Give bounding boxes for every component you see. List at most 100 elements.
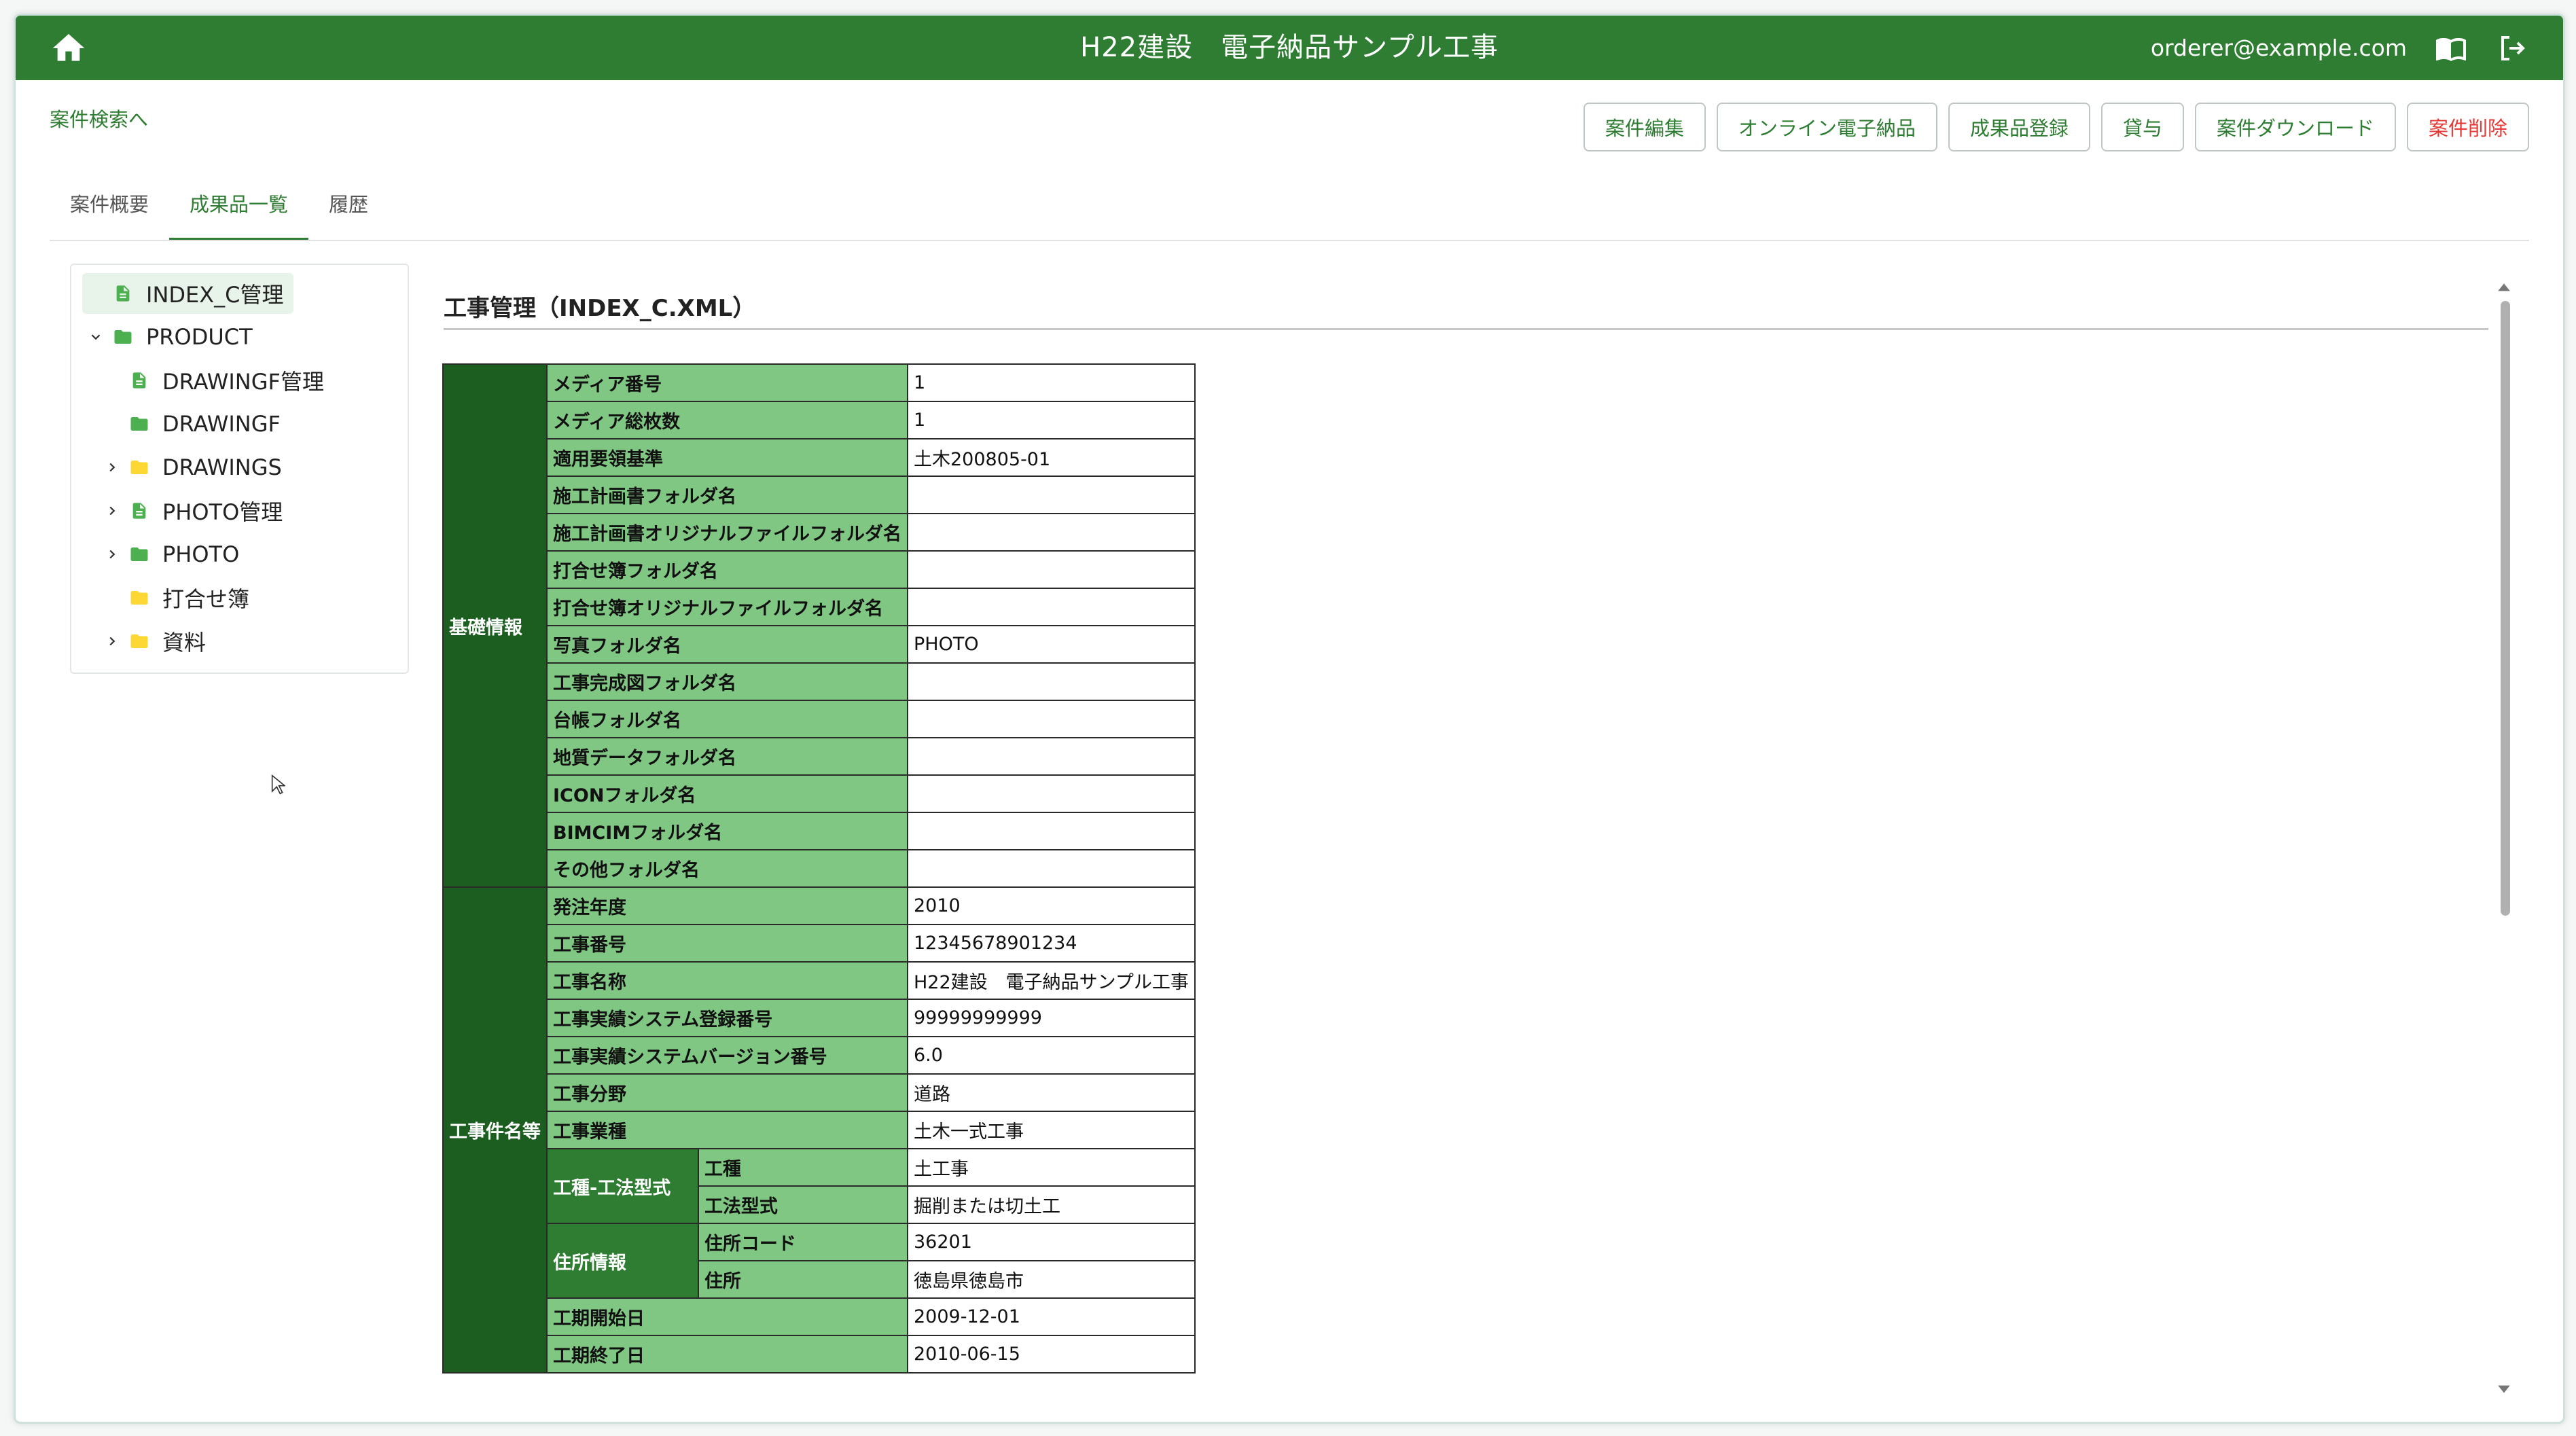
- row-value: 12345678901234: [907, 924, 1196, 963]
- row-label: 工種: [697, 1148, 909, 1187]
- tree-node-meeting[interactable]: 打合せ簿: [99, 577, 249, 618]
- table-row: 台帳フォルダ名: [443, 700, 1196, 738]
- row-value: [907, 588, 1196, 626]
- tree-node-label: INDEX_C管理: [146, 282, 284, 308]
- download-case-button[interactable]: 案件ダウンロード: [2194, 103, 2396, 151]
- file-icon: [126, 497, 153, 524]
- row-label: 工事番号: [546, 924, 908, 963]
- table-row: 打合せ簿フォルダ名: [443, 550, 1196, 589]
- folder-icon: [126, 454, 153, 481]
- vertical-scrollbar-thumb[interactable]: [2501, 301, 2510, 916]
- row-label: 打合せ簿フォルダ名: [546, 550, 908, 589]
- row-label: 工期終了日: [546, 1335, 908, 1374]
- table-row: 工事業種 土木一式工事: [443, 1111, 1196, 1149]
- row-value: 道路: [907, 1073, 1196, 1112]
- chevron-right-icon[interactable]: [99, 490, 126, 531]
- row-label: 打合せ簿オリジナルファイルフォルダ名: [546, 588, 908, 626]
- table-row: その他フォルダ名: [443, 849, 1196, 888]
- tree-node-photo-index[interactable]: PHOTO管理: [99, 490, 283, 531]
- table-row: 打合せ簿オリジナルファイルフォルダ名: [443, 588, 1196, 626]
- scroll-down-arrow-icon[interactable]: [2497, 1381, 2511, 1396]
- tree-node-drawings[interactable]: DRAWINGS: [99, 447, 282, 488]
- back-to-search-link[interactable]: 案件検索へ: [50, 104, 148, 132]
- tab-divider: [50, 240, 2529, 241]
- tree-node-label: 打合せ簿: [162, 586, 250, 612]
- row-label: 工事実績システムバージョン番号: [546, 1036, 908, 1075]
- row-value: [907, 700, 1196, 738]
- tree-node-photo[interactable]: PHOTO: [99, 534, 239, 575]
- tree-node-drawingf-index[interactable]: DRAWINGF管理: [99, 360, 324, 401]
- logout-icon[interactable]: [2495, 32, 2529, 65]
- folder-icon: [126, 584, 153, 611]
- folder-icon: [126, 410, 153, 437]
- row-label: 住所コード: [697, 1223, 909, 1261]
- file-icon: [109, 280, 137, 307]
- row-value: [907, 812, 1196, 850]
- row-label: 発注年度: [546, 886, 908, 925]
- tree-node-label: 資料: [162, 630, 207, 656]
- tab-bar: 案件概要 成果品一覧 履歴: [50, 189, 389, 240]
- row-label: メディア番号: [546, 363, 908, 402]
- register-deliverable-button[interactable]: 成果品登録: [1948, 103, 2090, 151]
- row-label: 工法型式: [697, 1185, 909, 1224]
- folder-icon: [126, 541, 153, 568]
- subgroup-cell-address: 住所情報: [546, 1223, 699, 1299]
- tab-overview[interactable]: 案件概要: [50, 189, 169, 238]
- toolbar: 案件編集 オンライン電子納品 成果品登録 貸与 案件ダウンロード 案件削除: [1583, 103, 2529, 151]
- row-label: 工事業種: [546, 1111, 908, 1149]
- edit-case-button[interactable]: 案件編集: [1583, 103, 1706, 151]
- row-value: 徳島県徳島市: [907, 1260, 1196, 1299]
- row-label: メディア総枚数: [546, 401, 908, 439]
- row-value: [907, 774, 1196, 813]
- group-cell-basic: 基礎情報: [442, 363, 548, 888]
- row-value: 36201: [907, 1223, 1196, 1261]
- tree-node-index-c[interactable]: INDEX_C管理: [82, 273, 293, 314]
- chevron-right-icon[interactable]: [99, 534, 126, 575]
- row-label: 工期開始日: [546, 1297, 908, 1336]
- row-value: [907, 475, 1196, 514]
- row-value: 土木一式工事: [907, 1111, 1196, 1149]
- row-value: 2010-06-15: [907, 1335, 1196, 1374]
- online-delivery-button[interactable]: オンライン電子納品: [1716, 103, 1937, 151]
- user-email[interactable]: orderer@example.com: [2151, 16, 2407, 80]
- table-row: 工事番号 12345678901234: [443, 924, 1196, 963]
- app-window: H22建設 電子納品サンプル工事 orderer@example.com 案件検…: [14, 14, 2565, 1424]
- row-value: H22建設 電子納品サンプル工事: [907, 961, 1196, 1000]
- table-row: 基礎情報 メディア番号 1: [442, 363, 1196, 888]
- row-label: 地質データフォルダ名: [546, 737, 908, 776]
- row-value: 2010: [907, 886, 1196, 925]
- chevron-down-icon[interactable]: [82, 317, 109, 357]
- row-value: 2009-12-01: [907, 1297, 1196, 1336]
- book-icon[interactable]: [2434, 32, 2468, 65]
- row-label: 工事分野: [546, 1073, 908, 1112]
- row-value: 99999999999: [907, 999, 1196, 1037]
- tab-deliverables[interactable]: 成果品一覧: [169, 189, 309, 240]
- tree-node-materials[interactable]: 資料: [99, 621, 206, 662]
- table-row: 工種-工法型式 工種 土工事: [443, 1148, 1196, 1224]
- lend-button[interactable]: 貸与: [2100, 103, 2184, 151]
- table-row: 施工計画書オリジナルファイルフォルダ名: [443, 513, 1196, 552]
- row-label: 工事完成図フォルダ名: [546, 662, 908, 701]
- table-row: 施工計画書フォルダ名: [443, 475, 1196, 514]
- row-label: 施工計画書オリジナルファイルフォルダ名: [546, 513, 908, 552]
- content-title: 工事管理（INDEX_C.XML）: [444, 295, 756, 322]
- row-value: 掘削または切土工: [907, 1185, 1196, 1224]
- tree-node-product[interactable]: PRODUCT: [82, 317, 253, 357]
- row-value: 1: [907, 401, 1196, 439]
- row-value: 土木200805-01: [907, 438, 1196, 477]
- tab-history[interactable]: 履歴: [308, 189, 389, 238]
- chevron-right-icon[interactable]: [99, 447, 126, 488]
- row-label: 住所: [697, 1260, 909, 1299]
- tree-node-label: PRODUCT: [146, 324, 253, 350]
- row-value: 1: [907, 363, 1196, 402]
- delete-case-button[interactable]: 案件削除: [2406, 103, 2529, 151]
- mouse-cursor-icon: [271, 774, 285, 795]
- tree-node-drawingf[interactable]: DRAWINGF: [99, 403, 281, 444]
- scroll-up-arrow-icon[interactable]: [2497, 281, 2511, 295]
- table-row: 地質データフォルダ名: [443, 737, 1196, 776]
- row-value: 土工事: [907, 1148, 1196, 1187]
- chevron-right-icon[interactable]: [99, 621, 126, 662]
- row-value: [907, 513, 1196, 552]
- row-label: BIMCIMフォルダ名: [546, 812, 908, 850]
- app-bar: H22建設 電子納品サンプル工事 orderer@example.com: [16, 16, 2563, 80]
